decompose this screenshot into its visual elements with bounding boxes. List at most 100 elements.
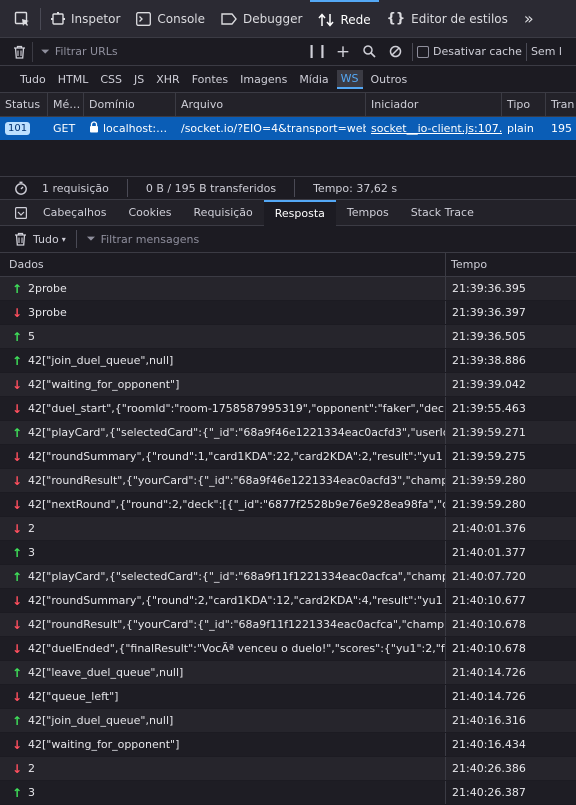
col-file[interactable]: Arquivo [176, 93, 366, 116]
tab-console[interactable]: Console [128, 0, 213, 38]
toolbar-divider [75, 230, 77, 248]
message-payload: 42["roundSummary",{"round":1,"card1KDA":… [28, 450, 446, 463]
tab-style-editor[interactable]: {} Editor de estilos [379, 0, 516, 38]
checkbox-box [417, 45, 429, 58]
message-payload: 42["waiting_for_opponent"] [28, 378, 180, 391]
tab-headers[interactable]: Cabeçalhos [32, 200, 117, 226]
message-payload: 42["duelEnded",{"finalResult":"VocÃª ven… [28, 642, 446, 655]
col-transferred[interactable]: Tran [546, 93, 576, 116]
messages-toolbar: Tudo ▾ ⏷ Filtrar mensagens [0, 226, 576, 253]
arrow-up-icon: ↑ [12, 329, 23, 344]
search-icon [362, 45, 376, 58]
message-row[interactable]: ↑ 3 21:40:26.387 [0, 781, 576, 805]
message-payload: 5 [28, 330, 35, 343]
filter-xhr[interactable]: XHR [152, 71, 183, 88]
message-row[interactable]: ↑ 42["playCard",{"selectedCard":{"_id":"6… [0, 421, 576, 445]
arrow-up-icon: ↑ [12, 569, 23, 584]
message-row[interactable]: ↓ 42["nextRound",{"round":2,"deck":[{"_id… [0, 493, 576, 517]
filter-other[interactable]: Outros [367, 71, 412, 88]
filter-fonts[interactable]: Fontes [188, 71, 232, 88]
message-row[interactable]: ↓ 42["roundSummary",{"round":2,"card1KDA"… [0, 589, 576, 613]
arrow-up-icon: ↑ [12, 713, 23, 728]
col-status[interactable]: Status [0, 93, 48, 116]
message-row[interactable]: ↓ 42["roundSummary",{"round":1,"card1KDA"… [0, 445, 576, 469]
performance-analysis-button[interactable] [14, 181, 28, 195]
element-picker-button[interactable] [6, 0, 38, 38]
message-row[interactable]: ↑ 3 21:40:01.377 [0, 541, 576, 565]
block-icon [389, 45, 401, 58]
tab-timings[interactable]: Tempos [336, 200, 400, 226]
message-time: 21:40:14.726 [452, 666, 526, 679]
message-row[interactable]: ↑ 2probe 21:39:36.395 [0, 277, 576, 301]
clear-messages-button[interactable] [14, 232, 27, 246]
message-row[interactable]: ↓ 42["waiting_for_opponent"] 21:39:39.042 [0, 373, 576, 397]
col-initiator[interactable]: Iniciador [366, 93, 502, 116]
pause-button[interactable]: ❙❙ [304, 41, 330, 63]
tab-cookies[interactable]: Cookies [117, 200, 182, 226]
message-row[interactable]: ↓ 42["roundResult",{"yourCard":{"_id":"68… [0, 469, 576, 493]
toggle-sidebar-button[interactable] [10, 206, 32, 219]
clear-requests-button[interactable] [6, 41, 32, 63]
message-time: 21:39:38.886 [452, 354, 526, 367]
search-button[interactable] [356, 41, 382, 63]
stopwatch-icon [15, 181, 27, 195]
tab-request[interactable]: Requisição [183, 200, 264, 226]
tab-debugger[interactable]: Debugger [213, 0, 310, 38]
arrow-down-icon: ↓ [12, 761, 23, 776]
toolbar-divider [412, 42, 413, 61]
col-data[interactable]: Dados [0, 253, 446, 276]
filter-all[interactable]: Tudo [16, 71, 50, 88]
message-data-cell: ↓ 42["duelEnded",{"finalResult":"VocÃª ve… [0, 637, 446, 660]
message-time: 21:39:59.280 [452, 498, 526, 511]
console-icon [136, 11, 152, 26]
message-row[interactable]: ↓ 2 21:40:26.386 [0, 757, 576, 781]
message-time: 21:39:36.397 [452, 306, 526, 319]
col-type[interactable]: Tipo [502, 93, 546, 116]
url-filter-input[interactable]: ⏷ Filtrar URLs [32, 41, 304, 62]
message-row[interactable]: ↓ 42["queue_left"] 21:40:14.726 [0, 685, 576, 709]
more-tools-button[interactable]: » [516, 0, 542, 38]
disable-cache-checkbox[interactable]: Desativar cache [417, 45, 522, 58]
message-row[interactable]: ↑ 42["join_duel_queue",null] 21:40:16.316 [0, 709, 576, 733]
tab-response[interactable]: Resposta [263, 199, 336, 226]
message-data-cell: ↑ 42["join_duel_queue",null] [0, 349, 446, 372]
message-row[interactable]: ↓ 42["duelEnded",{"finalResult":"VocÃª ve… [0, 637, 576, 661]
block-requests-button[interactable] [382, 41, 408, 63]
message-filter-input[interactable]: ⏷ Filtrar mensagens [87, 232, 199, 246]
message-row[interactable]: ↓ 2 21:40:01.376 [0, 517, 576, 541]
add-request-button[interactable]: + [330, 41, 356, 63]
message-data-cell: ↓ 42["roundResult",{"yourCard":{"_id":"68… [0, 469, 446, 492]
throttling-select[interactable]: Sem l [531, 45, 562, 58]
tab-stack-trace[interactable]: Stack Trace [400, 200, 485, 226]
filter-ws[interactable]: WS [336, 69, 363, 89]
message-time: 21:40:16.316 [452, 714, 526, 727]
message-row[interactable]: ↑ 5 21:39:36.505 [0, 325, 576, 349]
summary-transferred: 0 B / 195 B transferidos [145, 181, 277, 195]
filter-html[interactable]: HTML [54, 71, 93, 88]
arrow-down-icon: ↓ [12, 497, 23, 512]
message-row[interactable]: ↓ 42["roundResult",{"yourCard":{"_id":"68… [0, 613, 576, 637]
message-row[interactable]: ↓ 3probe 21:39:36.397 [0, 301, 576, 325]
col-method[interactable]: Mé… [48, 93, 84, 116]
cell-type: plain [507, 122, 534, 135]
message-data-cell: ↓ 42["duel_start",{"roomId":"room-1758587… [0, 397, 446, 420]
col-time[interactable]: Tempo [446, 253, 487, 276]
filter-media[interactable]: Mídia [295, 71, 332, 88]
message-row[interactable]: ↑ 42["playCard",{"selectedCard":{"_id":"6… [0, 565, 576, 589]
initiator-link[interactable]: socket__io-client.js:107… [366, 117, 502, 140]
filter-images[interactable]: Imagens [236, 71, 291, 88]
message-row[interactable]: ↓ 42["waiting_for_opponent"] 21:40:16.434 [0, 733, 576, 757]
message-payload: 42["join_duel_queue",null] [28, 354, 174, 367]
filter-js[interactable]: JS [130, 71, 148, 88]
message-row[interactable]: ↑ 42["join_duel_queue",null] 21:39:38.886 [0, 349, 576, 373]
col-domain[interactable]: Domínio [84, 93, 176, 116]
tab-console-label: Console [157, 11, 206, 26]
message-row[interactable]: ↑ 42["leave_duel_queue",null] 21:40:14.726 [0, 661, 576, 685]
filter-css[interactable]: CSS [96, 71, 126, 88]
tab-inspector[interactable]: Inspetor [43, 0, 128, 38]
message-type-select[interactable]: Tudo ▾ [33, 233, 66, 246]
arrow-up-icon: ↑ [12, 665, 23, 680]
message-row[interactable]: ↓ 42["duel_start",{"roomId":"room-1758587… [0, 397, 576, 421]
tab-network[interactable]: Rede [310, 0, 379, 38]
request-row-selected[interactable]: 101 GET localhost:… /socket.io/?EIO=4&tr… [0, 117, 576, 140]
